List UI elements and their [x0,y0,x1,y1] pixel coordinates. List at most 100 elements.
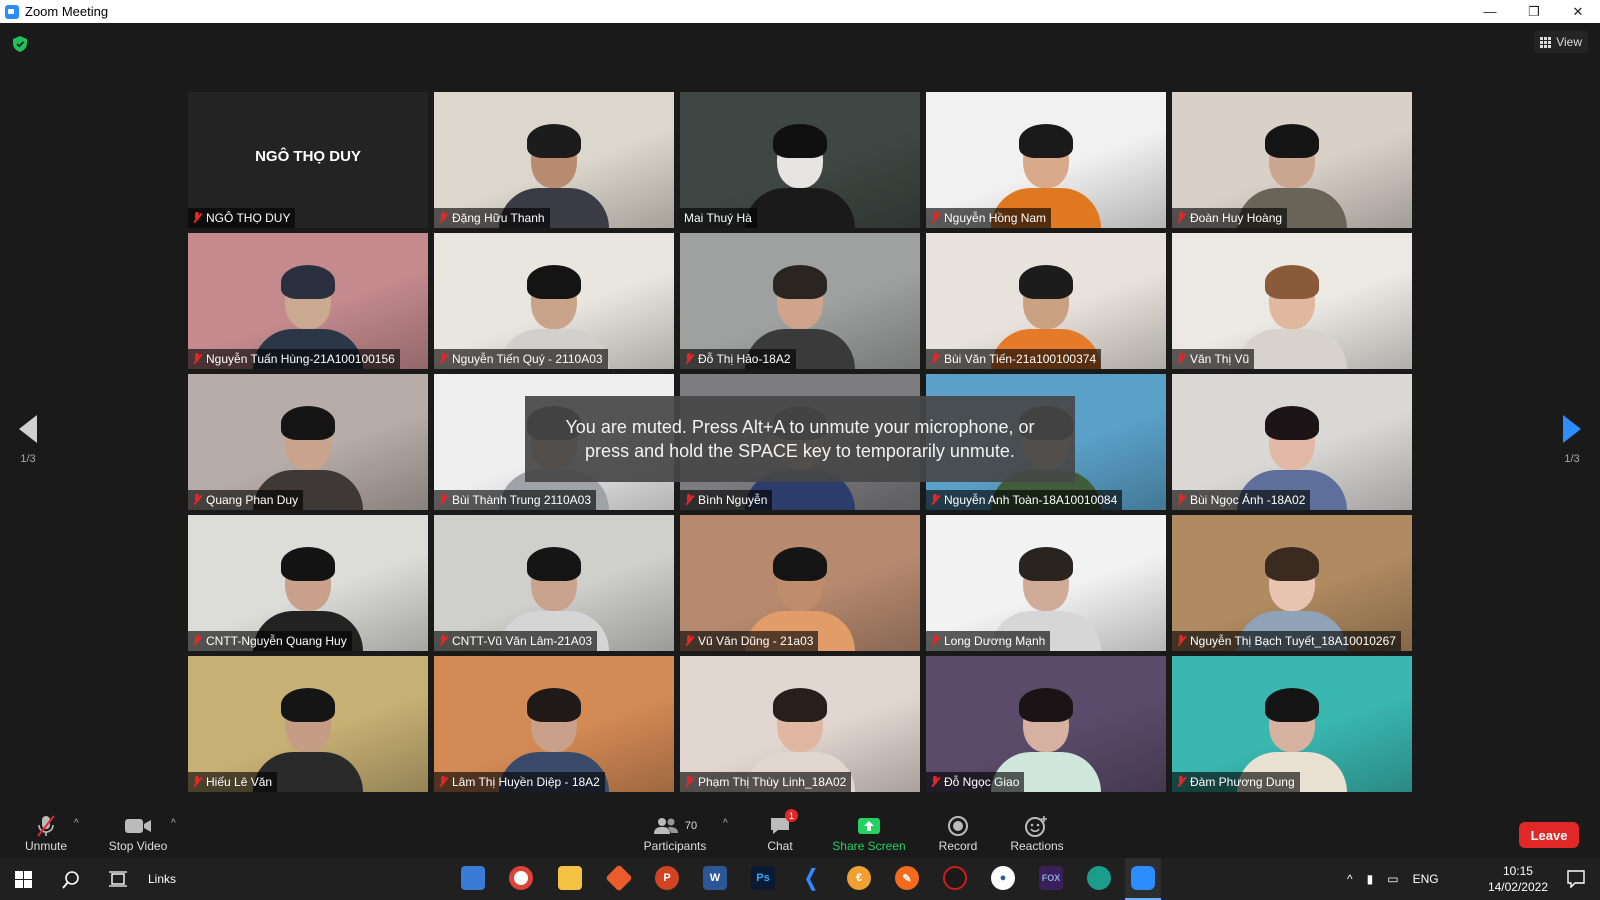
participant-name-bar: Đoàn Huy Hoàng [1172,208,1288,228]
window-title: Zoom Meeting [25,4,109,19]
participant-name-bar: Vũ Văn Dũng - 21a03 [680,631,819,651]
participant-name-bar: Bùi Văn Tiến-21a100100374 [926,349,1102,369]
search-icon[interactable] [62,871,80,889]
audio-options-caret-icon[interactable]: ^ [74,818,79,829]
draw-app-icon[interactable]: ✎ [895,866,919,890]
participant-name: Đặng Hữu Thanh [452,211,545,225]
participant-video-tile[interactable]: Nguyễn Tiến Quý - 2110A03 [434,233,674,369]
file-explorer-icon[interactable] [558,866,582,890]
participant-video-tile[interactable]: Văn Thị Vũ [1172,233,1412,369]
participant-name: Đoàn Huy Hoàng [1190,211,1283,225]
participants-icon [653,818,678,834]
stop-video-button[interactable]: Stop Video [106,810,170,858]
links-toolbar[interactable]: Links [148,872,176,886]
record-button[interactable]: Record [936,810,980,858]
notifications-icon[interactable] [1567,870,1585,888]
close-button[interactable]: ✕ [1556,0,1600,23]
muted-microphone-icon [1176,212,1186,224]
chrome-icon[interactable] [509,866,533,890]
minimize-button[interactable]: — [1468,0,1512,23]
arrow-right-icon [1563,415,1581,443]
tray-battery-icon[interactable]: ▭ [1387,872,1398,886]
tray-chevron-up-icon[interactable]: ^ [1347,872,1353,886]
participant-name-bar: Bùi Ngọc Ánh -18A02 [1172,490,1311,510]
zoom-app-icon [5,4,19,19]
game-app-icon[interactable] [943,866,967,890]
security-shield-icon[interactable] [13,36,27,52]
reactions-button[interactable]: Reactions [1009,810,1065,858]
participant-video-tile[interactable]: Lâm Thị Huyền Diệp - 18A2 [434,656,674,792]
page-indicator-right: 1/3 [1564,453,1580,465]
previous-page-button[interactable]: 1/3 [8,415,48,465]
git-app-icon[interactable] [605,864,633,892]
vscode-icon[interactable]: ❬ [799,865,823,890]
participant-name-bar: Mai Thuý Hà [680,208,757,228]
leave-button[interactable]: Leave [1519,822,1579,848]
participant-name: Phạm Thị Thùy Linh_18A02 [698,775,847,789]
participant-video-tile[interactable]: Đặng Hữu Thanh [434,92,674,228]
zoom-taskbar-button[interactable] [1125,858,1161,900]
participant-name: Văn Thị Vũ [1190,352,1250,366]
task-view-icon[interactable] [109,871,127,887]
muted-microphone-icon [930,212,940,224]
participant-name: Vũ Văn Dũng - 21a03 [698,634,814,648]
store-app-icon[interactable] [461,866,485,890]
share-screen-icon [858,818,880,834]
participant-video-tile[interactable]: Bùi Ngọc Ánh -18A02 [1172,374,1412,510]
participant-video-tile[interactable]: Quang Phan Duy [188,374,428,510]
participant-video-tile[interactable]: Nguyễn Thị Bạch Tuyết_18A10010267 [1172,515,1412,651]
participant-video-tile[interactable]: Hiếu Lê Văn [188,656,428,792]
participant-video-tile[interactable]: Đoàn Huy Hoàng [1172,92,1412,228]
participant-video-tile[interactable]: Nguyễn Hồng Nam [926,92,1166,228]
video-options-caret-icon[interactable]: ^ [171,818,176,829]
meeting-toolbar: Unmute ^ Stop Video ^ 70 Participants ^ [0,809,1600,858]
participant-video-tile[interactable]: Bùi Văn Tiến-21a100100374 [926,233,1166,369]
photoshop-icon[interactable]: Ps [751,866,775,890]
participant-video-tile[interactable]: Mai Thuý Hà [680,92,920,228]
share-screen-button[interactable]: Share Screen [831,810,907,858]
muted-notification-line-1: You are muted. Press Alt+A to unmute you… [565,417,1035,437]
share-screen-label: Share Screen [832,839,906,853]
participant-video-tile[interactable]: Đỗ Ngọc Giao [926,656,1166,792]
messenger-app-icon[interactable]: ● [991,866,1015,890]
participant-name: Lâm Thị Huyền Diệp - 18A2 [452,775,600,789]
title-bar: Zoom Meeting — ❐ ✕ [0,0,1600,23]
participant-video-tile[interactable]: Đàm Phương Dung [1172,656,1412,792]
participant-video-tile[interactable]: Phạm Thị Thùy Linh_18A02 [680,656,920,792]
participant-video-tile[interactable]: CNTT-Nguyễn Quang Huy [188,515,428,651]
participant-name-bar: Nguyễn Tuấn Hùng-21A100100156 [188,349,400,369]
unmute-button[interactable]: Unmute [22,810,70,858]
taskbar-date: 14/02/2022 [1487,880,1548,894]
participant-display-name: NGÔ THỌ DUY [255,148,361,165]
taskbar-clock[interactable]: 10:15 14/02/2022 [1488,863,1548,895]
arrow-left-icon [19,415,37,443]
participants-options-caret-icon[interactable]: ^ [723,818,728,829]
fox-app-icon[interactable]: FOX [1039,866,1063,890]
view-button[interactable]: View [1534,31,1588,53]
participant-name-bar: Phạm Thị Thùy Linh_18A02 [680,772,852,792]
powerpoint-icon[interactable]: P [655,866,679,890]
word-icon[interactable]: W [703,866,727,890]
participant-video-tile[interactable]: Đỗ Thị Hảo-18A2 [680,233,920,369]
participant-name: Quang Phan Duy [206,493,299,507]
participant-name-bar: Nguyễn Hồng Nam [926,208,1052,228]
participant-video-tile[interactable]: Long Dương Mạnh [926,515,1166,651]
tray-microphone-icon[interactable]: ▮ [1367,872,1374,886]
participant-name: Đàm Phương Dung [1190,775,1295,789]
participant-video-tile[interactable]: Nguyễn Tuấn Hùng-21A100100156 [188,233,428,369]
coin-app-icon[interactable]: € [847,866,871,890]
windows-start-icon[interactable] [15,871,32,888]
reactions-smiley-icon [1025,816,1047,837]
participant-video-tile[interactable]: Vũ Văn Dũng - 21a03 [680,515,920,651]
edge-icon[interactable] [1087,866,1111,890]
restore-button[interactable]: ❐ [1512,0,1556,23]
participant-video-tile[interactable]: CNTT-Vũ Văn Lâm-21A03 [434,515,674,651]
tray-language[interactable]: ENG [1413,872,1439,886]
participants-button[interactable]: 70 Participants [643,810,707,858]
chat-button[interactable]: 1 Chat [762,809,798,858]
grid-view-icon [1540,36,1552,48]
next-page-button[interactable]: 1/3 [1552,415,1592,465]
participant-video-tile[interactable]: NGÔ THỌ DUY NGÔ THỌ DUY [188,92,428,228]
participant-name: Mai Thuý Hà [684,211,752,225]
windows-taskbar: Links P W Ps ❬ € ✎ ● FOX ^ ▮ ▭ ENG 10:15… [0,858,1600,900]
